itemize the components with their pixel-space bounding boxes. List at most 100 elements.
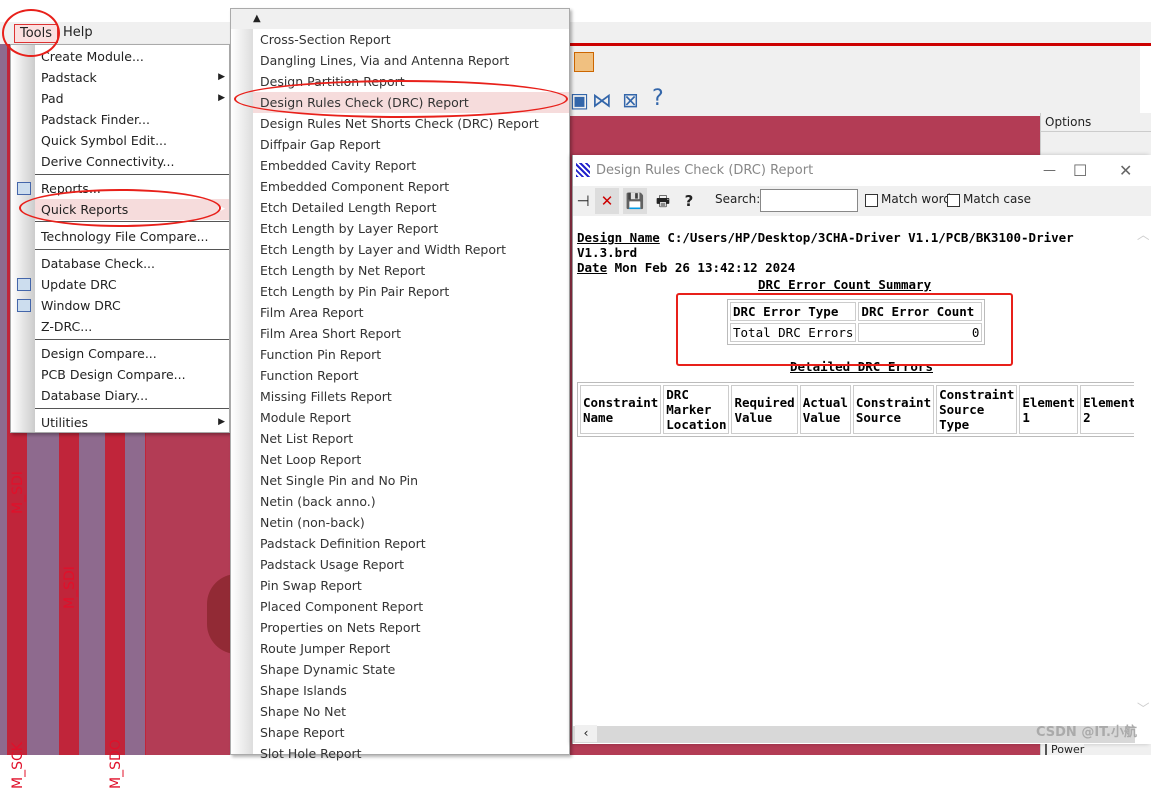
table-header: Constraint Name — [580, 385, 662, 434]
tools-menu: Create Module... Padstack ▶ Pad ▶ Padstack… — [10, 44, 230, 433]
table-header: Required Value — [731, 385, 798, 434]
menu-item-padstack-finder[interactable]: Padstack Finder... — [35, 109, 229, 130]
help-icon[interactable]: ? — [677, 188, 701, 214]
menubar: Tools Help — [0, 22, 1151, 44]
menu-item-update-drc[interactable]: Update DRC — [17, 274, 229, 295]
submenu-item[interactable]: Padstack Usage Report — [253, 554, 569, 575]
submenu-item[interactable]: Placed Component Report — [253, 596, 569, 617]
title-bar: Design Rules Check (DRC) Report — ☐ ✕ — [573, 155, 1151, 186]
menu-help[interactable]: Help — [58, 24, 98, 43]
help-icon[interactable]: ? — [652, 86, 664, 111]
scroll-up-icon[interactable]: ▲ — [231, 9, 569, 29]
close-button[interactable]: ✕ — [1119, 155, 1132, 186]
menu-item-create-module[interactable]: Create Module... — [35, 46, 229, 67]
menu-item-pcb-design-compare[interactable]: PCB Design Compare... — [35, 364, 229, 385]
submenu-item[interactable]: Slot Hole Report — [253, 743, 569, 764]
table-header: Element 2 — [1080, 385, 1139, 434]
submenu-item[interactable]: Cross-Section Report — [253, 29, 569, 50]
summary-title: DRC Error Count Summary — [758, 277, 932, 292]
save-icon[interactable]: 💾 — [623, 188, 647, 214]
drc-report-window: Design Rules Check (DRC) Report — ☐ ✕ ⊣ … — [572, 155, 1151, 744]
annotation-box — [676, 293, 1013, 366]
table-header: Constraint Source Type — [936, 385, 1018, 434]
menu-item-design-compare[interactable]: Design Compare... — [35, 343, 229, 364]
submenu-item[interactable]: Film Area Report — [253, 302, 569, 323]
submenu-item[interactable]: Shape No Net — [253, 701, 569, 722]
menu-item-database-check[interactable]: Database Check... — [35, 253, 229, 274]
toolbar-icon[interactable]: ▣ — [570, 88, 589, 112]
menu-item-technology-file-compare[interactable]: Technology File Compare... — [35, 226, 229, 247]
menu-item-utilities[interactable]: Utilities ▶ — [35, 412, 229, 433]
net-label: M_SDI — [62, 566, 78, 609]
submenu-item[interactable]: Route Jumper Report — [253, 638, 569, 659]
submenu-arrow-icon: ▶ — [218, 93, 225, 103]
menu-item-window-drc[interactable]: Window DRC — [17, 295, 229, 316]
net-label: M_SDI — [10, 471, 26, 514]
table-header: DRC Marker Location — [663, 385, 730, 434]
submenu-item[interactable]: Etch Length by Layer Report — [253, 218, 569, 239]
submenu-item[interactable]: Shape Islands — [253, 680, 569, 701]
submenu-item[interactable]: Module Report — [253, 407, 569, 428]
submenu-item[interactable]: Diffpair Gap Report — [253, 134, 569, 155]
net-label: M_SCK — [10, 742, 26, 789]
drc-marker-icon[interactable]: ⋈ — [592, 88, 612, 112]
menu-item-padstack[interactable]: Padstack ▶ — [35, 67, 229, 88]
window-title: Design Rules Check (DRC) Report — [596, 163, 814, 178]
submenu-arrow-icon: ▶ — [218, 417, 225, 427]
pin-icon[interactable]: ⊣ — [571, 188, 595, 214]
menu-item-database-diary[interactable]: Database Diary... — [35, 385, 229, 406]
minimize-button[interactable]: — — [1043, 155, 1056, 186]
table-header: Element 1 — [1019, 385, 1079, 434]
submenu-item[interactable]: Pin Swap Report — [253, 575, 569, 596]
submenu-item[interactable]: Padstack Definition Report — [253, 533, 569, 554]
submenu-item[interactable]: Netin (non-back) — [253, 512, 569, 533]
annotation-ellipse — [19, 189, 221, 227]
submenu-item[interactable]: Etch Length by Layer and Width Report — [253, 239, 569, 260]
submenu-item[interactable]: Netin (back anno.) — [253, 491, 569, 512]
maximize-button[interactable]: ☐ — [1073, 155, 1087, 186]
match-case-checkbox[interactable] — [947, 194, 960, 207]
search-label: Search: — [715, 192, 761, 206]
submenu-item[interactable]: Dangling Lines, Via and Antenna Report — [253, 50, 569, 71]
print-icon[interactable]: 🖶 — [651, 188, 675, 214]
submenu-item[interactable]: Properties on Nets Report — [253, 617, 569, 638]
toolbar: ▣ ⋈ ⊠ ? — [570, 44, 1140, 116]
submenu-item[interactable]: Etch Length by Net Report — [253, 260, 569, 281]
submenu-item[interactable]: Missing Fillets Report — [253, 386, 569, 407]
submenu-item[interactable]: Embedded Cavity Report — [253, 155, 569, 176]
window-drc-icon[interactable]: ⊠ — [622, 88, 639, 112]
close-report-icon[interactable]: ✕ — [595, 188, 619, 214]
match-word-label: Match word — [881, 192, 951, 206]
search-input[interactable] — [760, 189, 858, 212]
menu-item-z-drc[interactable]: Z-DRC... — [35, 316, 229, 337]
no-select-icon[interactable] — [574, 52, 594, 72]
submenu-item[interactable]: Film Area Short Report — [253, 323, 569, 344]
submenu-item[interactable]: Net Loop Report — [253, 449, 569, 470]
vertical-scrollbar[interactable]: ︿ ﹀ — [1134, 216, 1151, 725]
submenu-item[interactable]: Function Report — [253, 365, 569, 386]
menu-item-derive-connectivity[interactable]: Derive Connectivity... — [35, 151, 229, 172]
options-title: Options — [1041, 113, 1151, 132]
menu-item-pad[interactable]: Pad ▶ — [35, 88, 229, 109]
annotation-ellipse — [234, 80, 568, 118]
table-header: Constraint Source — [852, 385, 935, 434]
app-icon — [576, 163, 590, 177]
submenu-item[interactable]: Shape Report — [253, 722, 569, 743]
design-name-line: Design Name C:/Users/HP/Desktop/3CHA-Dri… — [577, 230, 1074, 260]
scroll-left-icon[interactable]: ‹ — [575, 725, 597, 742]
submenu-item[interactable]: Function Pin Report — [253, 344, 569, 365]
submenu-item[interactable]: Etch Detailed Length Report — [253, 197, 569, 218]
watermark: CSDN @IT.小航 — [1035, 725, 1137, 740]
detail-table: Constraint Name DRC Marker Location Requir… — [577, 382, 1142, 437]
report-toolbar: ⊣ ✕ 💾 🖶 ? Search: Match word Match case — [573, 186, 1151, 216]
window-drc-icon — [17, 299, 31, 312]
submenu-item[interactable]: Net List Report — [253, 428, 569, 449]
options-footer: Power — [1045, 744, 1085, 755]
submenu-item[interactable]: Shape Dynamic State — [253, 659, 569, 680]
submenu-item[interactable]: Net Single Pin and No Pin — [253, 470, 569, 491]
submenu-item[interactable]: Etch Length by Pin Pair Report — [253, 281, 569, 302]
match-word-checkbox[interactable] — [865, 194, 878, 207]
menu-item-quick-symbol-edit[interactable]: Quick Symbol Edit... — [35, 130, 229, 151]
submenu-item[interactable]: Embedded Component Report — [253, 176, 569, 197]
date-line: Date Mon Feb 26 13:42:12 2024 — [577, 260, 796, 275]
